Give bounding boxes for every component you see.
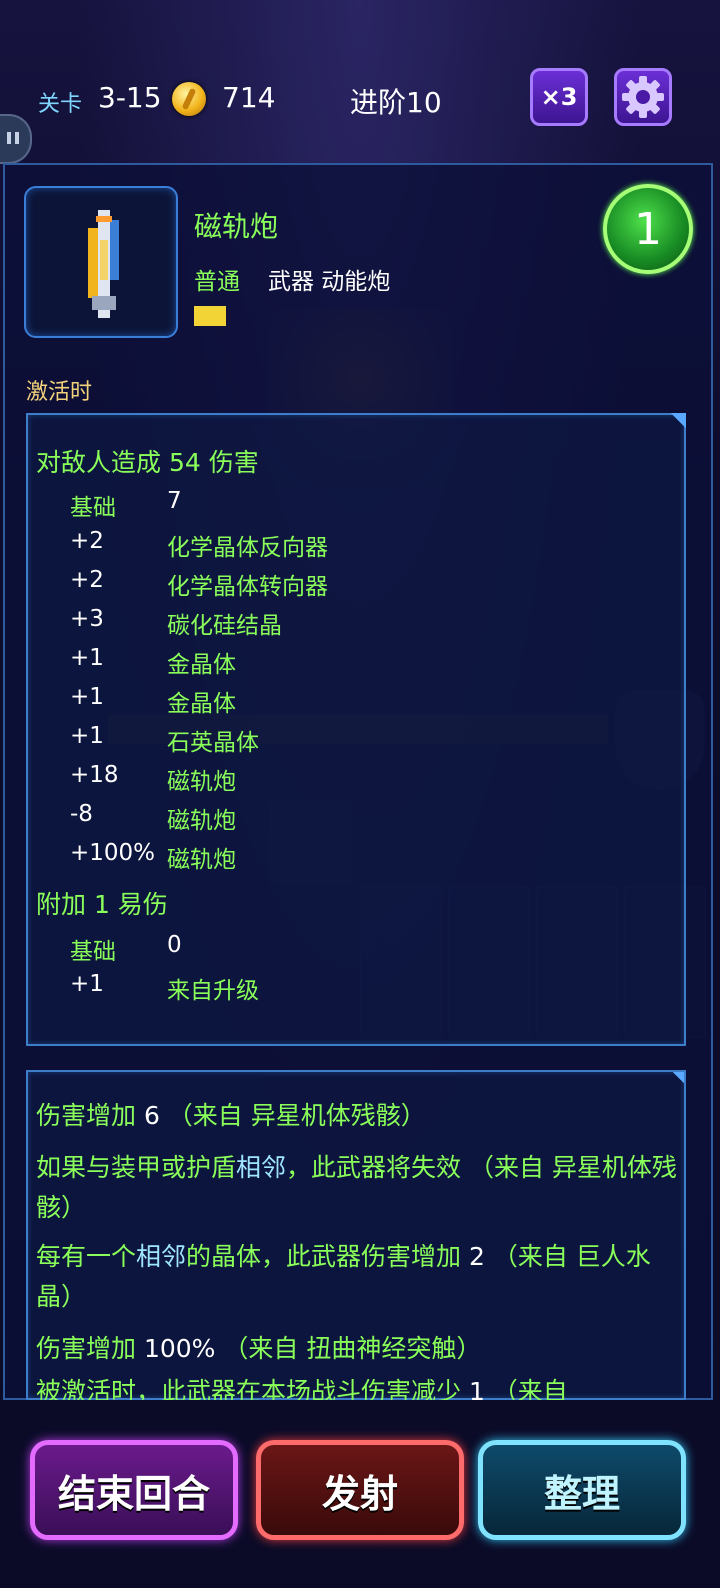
effect-text: （来自 扭曲神经突触） [215,1334,482,1363]
effect-number: 1 [468,1377,485,1400]
damage-row-source: 磁轨炮 [167,808,236,834]
damage-row-value: 基础 [70,495,116,521]
fire-button[interactable]: 发射 [256,1440,464,1540]
level-label: 关卡 [38,92,83,117]
vuln-title: 附加 1 易伤 [36,890,168,919]
settings-button[interactable] [614,68,672,126]
effect-number: 6 [143,1101,160,1130]
railgun-icon [88,210,119,318]
damage-breakdown-box [26,413,686,1046]
damage-row-source: 金晶体 [167,652,236,678]
damage-row-value: +1 [70,684,104,710]
effect-number: 100% [143,1334,216,1363]
sort-button[interactable]: 整理 [478,1440,686,1540]
damage-row-source: 化学晶体转向器 [167,574,328,600]
vuln-row-value: 基础 [70,939,116,965]
box-corner [664,413,686,435]
box-corner [664,1072,684,1092]
effect-keyword: 相邻 [136,1242,187,1271]
damage-row-value: +2 [70,567,104,593]
damage-row-source: 磁轨炮 [167,847,236,873]
item-rarity: 普通 [194,269,240,295]
effect-clip: 被激活时，此武器在本场战斗伤害减少 1 （来自 [26,1376,686,1400]
damage-row-value: +18 [70,762,119,788]
damage-row-source: 7 [167,488,182,514]
effect-line: 伤害增加 100% （来自 扭曲神经突触） [36,1329,686,1369]
item-name: 磁轨炮 [194,210,279,243]
effect-line: 每有一个相邻的晶体，此武器伤害增加 2 （来自 巨人水晶） [36,1237,686,1317]
effect-text: 被激活时，此武器在本场战斗伤害减少 [36,1377,469,1400]
damage-row-value: +2 [70,528,104,554]
damage-row-source: 磁轨炮 [167,769,236,795]
item-size-marker [194,306,226,326]
item-icon-frame [24,186,178,338]
damage-title: 对敌人造成 54 伤害 [36,448,259,477]
effect-text: 如果与装甲或护盾 [36,1153,237,1182]
speed-button[interactable]: ×3 [530,68,588,126]
damage-row-value: -8 [70,801,93,827]
damage-row-value: +3 [70,606,104,632]
gear-icon [622,76,664,118]
damage-row-value: +1 [70,645,104,671]
damage-row-source: 石英晶体 [167,730,259,756]
coin-icon [172,82,206,116]
coin-count: 714 [222,81,276,114]
item-level-badge: 1 [603,184,693,274]
damage-row-source: 碳化硅结晶 [167,613,282,639]
vuln-row-source: 来自升级 [167,978,259,1004]
vuln-row-value: +1 [70,971,104,997]
activate-label: 激活时 [26,380,93,405]
damage-row-source: 化学晶体反向器 [167,535,328,561]
damage-row-source: 金晶体 [167,691,236,717]
effect-text: 的晶体，此武器伤害增加 [186,1242,469,1271]
effect-keyword: 相邻 [236,1153,287,1182]
damage-row-value: +1 [70,723,104,749]
effect-line: 伤害增加 6 （来自 异星机体残骸） [36,1096,686,1136]
damage-row-value: +100% [70,840,156,866]
level-value: 3-15 [98,81,162,114]
effect-text: 伤害增加 [36,1101,144,1130]
effect-text: 每有一个 [36,1242,137,1271]
end-turn-button[interactable]: 结束回合 [30,1440,238,1540]
stage-label: 进阶10 [350,86,442,119]
top-bar: 关卡 3-15 714 进阶10 ×3 [0,60,720,140]
effect-number: 2 [468,1242,485,1271]
effect-text: （来自 异星机体残骸） [159,1101,426,1130]
effect-text: （来自 [484,1377,568,1400]
effect-text: 伤害增加 [36,1334,144,1363]
item-type: 武器 动能炮 [268,269,391,295]
effect-line: 被激活时，此武器在本场战斗伤害减少 1 （来自 [36,1376,686,1400]
effect-line: 如果与装甲或护盾相邻，此武器将失效 （来自 异星机体残骸） [36,1148,686,1228]
vuln-row-source: 0 [167,932,182,958]
